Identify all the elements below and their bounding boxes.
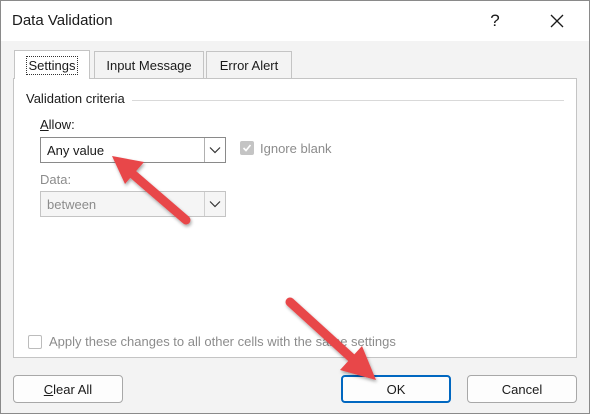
close-icon <box>550 14 564 28</box>
allow-value: Any value <box>47 143 105 158</box>
cancel-button[interactable]: Cancel <box>467 375 577 403</box>
checkmark-icon <box>242 144 252 152</box>
data-validation-dialog: Data Validation ? Settings Input Message… <box>0 0 590 414</box>
chevron-down-icon[interactable] <box>204 192 225 216</box>
data-value: between <box>47 197 97 212</box>
help-icon: ? <box>490 11 500 30</box>
data-label: Data: <box>40 172 72 187</box>
tab-settings[interactable]: Settings <box>14 50 90 79</box>
validation-criteria-heading: Validation criteria <box>26 91 129 106</box>
title-bar: Data Validation ? <box>1 1 589 41</box>
chevron-down-icon[interactable] <box>204 138 225 162</box>
close-button[interactable] <box>537 5 577 37</box>
ok-button[interactable]: OK <box>341 375 451 403</box>
data-dropdown[interactable]: between <box>40 191 226 217</box>
help-button[interactable]: ? <box>475 5 515 37</box>
ignore-blank-label: Ignore blank <box>260 141 332 156</box>
tab-input-message[interactable]: Input Message <box>94 51 204 78</box>
settings-panel: Validation criteria Allow: Any value Ign… <box>13 78 577 358</box>
apply-to-all-checkbox[interactable] <box>28 335 42 349</box>
tab-error-alert[interactable]: Error Alert <box>206 51 292 78</box>
group-divider <box>132 100 564 101</box>
ignore-blank-checkbox[interactable] <box>240 141 254 155</box>
allow-label: Allow: <box>40 117 75 132</box>
clear-all-button[interactable]: Clear All <box>13 375 123 403</box>
dialog-title: Data Validation <box>12 12 113 29</box>
allow-dropdown[interactable]: Any value <box>40 137 226 163</box>
apply-to-all-label: Apply these changes to all other cells w… <box>49 334 396 349</box>
